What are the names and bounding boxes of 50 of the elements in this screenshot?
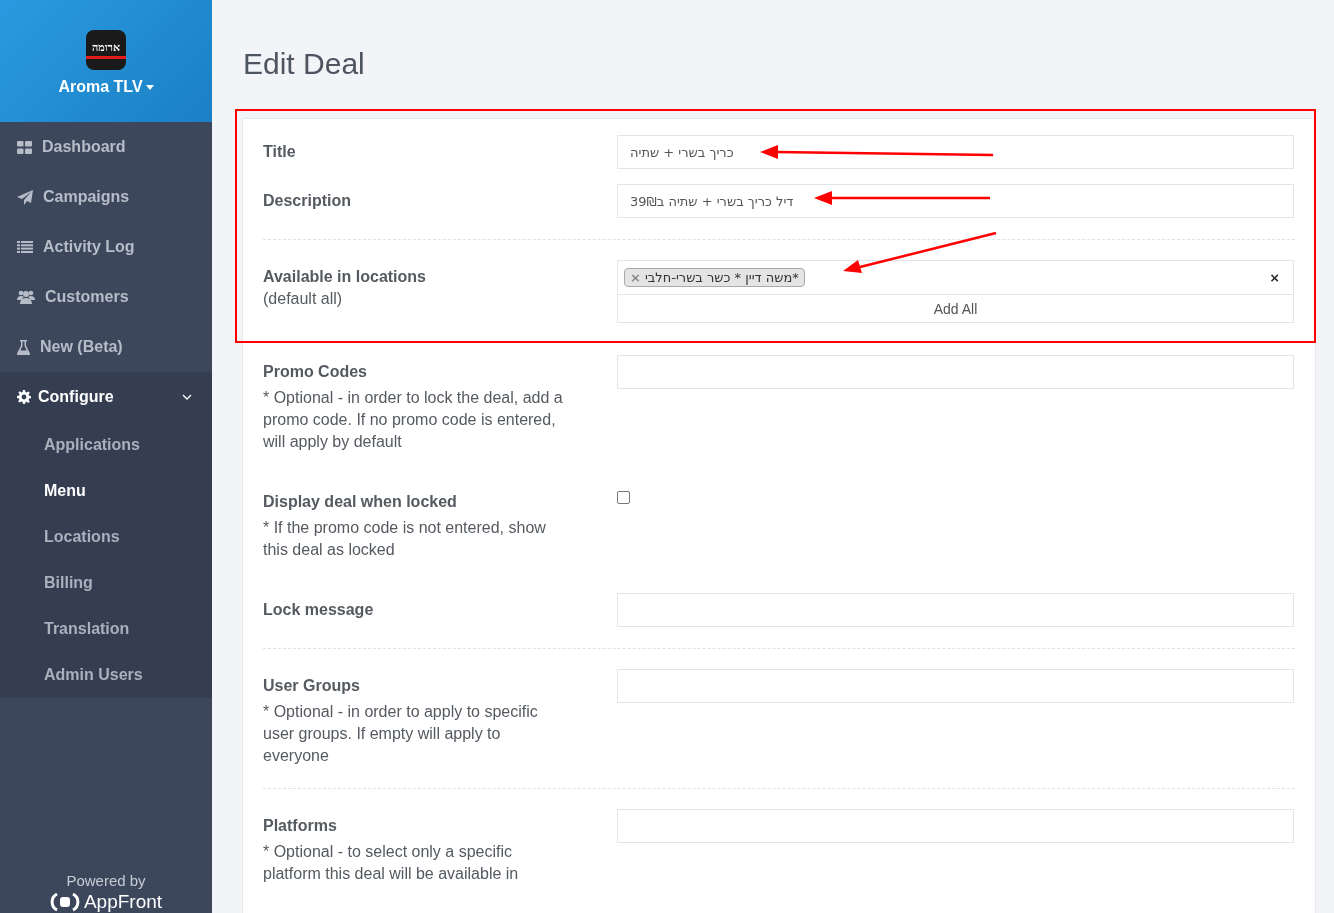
configure-toggle[interactable]: Configure bbox=[0, 372, 212, 422]
submenu-item[interactable]: Billing bbox=[0, 560, 212, 606]
field-label: Display deal when locked bbox=[263, 492, 458, 512]
help-text: * Optional - in order to lock the deal, add a promo code. If no promo code is entered, will apply by default bbox=[263, 388, 564, 452]
help-text: * Optional - in order to apply to specific user groups. If empty will apply to everyone bbox=[263, 702, 539, 766]
submenu-item[interactable]: Menu bbox=[0, 468, 212, 514]
nav-item[interactable]: Activity Log bbox=[0, 222, 212, 272]
brand-name: AppFront bbox=[83, 891, 163, 913]
powered-by-text: Powered by bbox=[66, 872, 146, 889]
help-text: * Optional - to select only a specific platform this deal will be available in bbox=[263, 842, 520, 884]
users-icon bbox=[17, 290, 35, 304]
nav-item[interactable]: Dashboard bbox=[0, 122, 212, 172]
submenu-item[interactable]: Admin Users bbox=[0, 652, 212, 698]
text-field[interactable]: דיל כריך בשרי + שתיה ב39₪ bbox=[617, 184, 1294, 218]
field-label: User Groups bbox=[263, 676, 361, 696]
field-label: Description bbox=[263, 191, 352, 211]
text-field[interactable]: כריך בשרי + שתיה bbox=[617, 135, 1294, 169]
list-icon bbox=[17, 241, 33, 253]
app-logo: ארומה bbox=[86, 30, 126, 70]
submenu-item[interactable]: Locations bbox=[0, 514, 212, 560]
field-sublabel: (default all) bbox=[263, 289, 344, 309]
page-title: Edit Deal bbox=[243, 46, 366, 82]
field-label: Platforms bbox=[263, 816, 338, 836]
text-field[interactable] bbox=[617, 593, 1294, 627]
nav-item[interactable]: New (Beta) bbox=[0, 322, 212, 372]
field-label: Title bbox=[263, 142, 297, 162]
field-label: Available in locations bbox=[263, 267, 427, 287]
text-field[interactable] bbox=[617, 809, 1294, 843]
text-field[interactable] bbox=[617, 669, 1294, 703]
location-tag: × *משה דיין * כשר בשרי-חלבי bbox=[624, 268, 805, 287]
settings-icon bbox=[17, 390, 31, 404]
grid-icon bbox=[17, 140, 32, 154]
tag-remove-button[interactable]: × bbox=[630, 270, 641, 285]
nav-item[interactable]: Campaigns bbox=[0, 172, 212, 222]
text-field[interactable] bbox=[617, 355, 1294, 389]
submenu-item[interactable]: Translation bbox=[0, 606, 212, 652]
submenu-item[interactable]: Applications bbox=[0, 422, 212, 468]
checkbox[interactable] bbox=[617, 491, 630, 504]
account-dropdown[interactable]: Aroma TLV bbox=[58, 78, 154, 96]
paper-plane-icon bbox=[17, 189, 33, 205]
field-label: Promo Codes bbox=[263, 362, 368, 382]
chevron-icon bbox=[182, 394, 192, 400]
caret-icon bbox=[145, 84, 154, 90]
help-text: * If the promo code is not entered, show this deal as locked bbox=[263, 518, 547, 560]
brand-logo-icon bbox=[49, 892, 80, 912]
field-label: Lock message bbox=[263, 600, 375, 620]
nav-item[interactable]: Customers bbox=[0, 272, 212, 322]
add-all-button[interactable]: Add All bbox=[617, 295, 1294, 323]
flask-icon bbox=[17, 339, 30, 355]
clear-button[interactable]: × bbox=[1270, 269, 1279, 286]
